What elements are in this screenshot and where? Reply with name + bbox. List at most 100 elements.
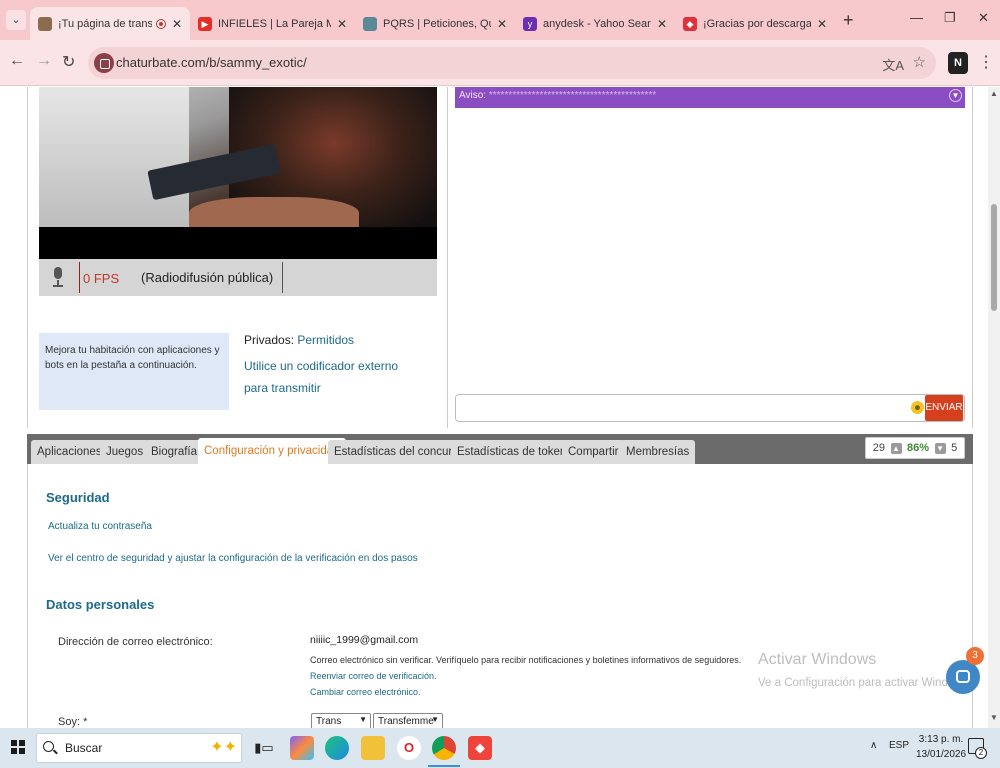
youtube-icon: ▶ <box>198 16 212 31</box>
minimize-button[interactable]: — <box>910 10 923 25</box>
browser-tab-2[interactable]: ▶ INFIELES | La Pareja Más BIZ ✕ <box>190 7 355 40</box>
reload-button[interactable]: ↻ <box>62 52 75 72</box>
chat-input[interactable]: ☻ <box>455 394 965 422</box>
recording-icon <box>155 18 166 29</box>
privados-link[interactable]: Permitidos <box>297 333 354 347</box>
edge-icon[interactable] <box>325 736 349 760</box>
tab-close-icon[interactable]: ✕ <box>657 17 667 31</box>
downvote-count: 5 <box>951 442 958 454</box>
gender-select[interactable]: Trans ▼ <box>311 713 371 728</box>
scrollbar-thumb[interactable] <box>991 204 997 311</box>
chat-bubble-icon <box>956 670 970 683</box>
tab-settings-privacy[interactable]: Configuración y privacidad <box>198 438 346 464</box>
tab-apps[interactable]: Aplicaciones <box>31 440 108 464</box>
scroll-up-icon[interactable]: ▲ <box>990 89 998 98</box>
identity-select[interactable]: Transfemme ▼ <box>373 713 443 728</box>
tab-title: ¡Tu página de transmisió <box>58 17 152 30</box>
taskbar-clock[interactable]: 3:13 p. m. 13/01/2026 <box>916 732 966 762</box>
tab-title: INFIELES | La Pareja Más BIZ <box>218 17 331 30</box>
opera-icon[interactable]: O <box>397 736 421 760</box>
tab-title: PQRS | Peticiones, Quejas y <box>383 17 491 30</box>
tab-bio[interactable]: Biografía <box>145 440 204 464</box>
support-chat-button[interactable]: 3 <box>946 647 984 694</box>
browser-tab-strip: ⌄ ¡Tu página de transmisió ✕ ▶ INFIELES … <box>0 0 1000 40</box>
file-explorer-icon[interactable] <box>361 736 385 760</box>
microphone-icon[interactable] <box>51 267 65 287</box>
taskbar-search[interactable]: Buscar ✦✦ <box>36 733 242 763</box>
restore-button[interactable]: ❐ <box>944 10 956 26</box>
url-text[interactable]: chaturbate.com/b/sammy_exotic/ <box>116 55 307 70</box>
chat-messages <box>452 108 972 390</box>
video-bottom-strip <box>39 227 437 259</box>
search-icon <box>43 741 54 752</box>
update-password-link[interactable]: Actualiza tu contraseña <box>48 521 152 532</box>
emoji-icon[interactable]: ☻ <box>911 401 924 414</box>
tab-token-stats[interactable]: Estadísticas de tokens <box>451 440 579 464</box>
page-content: 0 FPS (Radiodifusión pública) Mejora tu … <box>0 87 988 728</box>
send-button[interactable]: ENVIAR <box>925 395 963 421</box>
bookmark-star-icon[interactable]: ☆ <box>913 53 926 71</box>
notification-center-icon[interactable]: 2 <box>968 738 987 759</box>
browser-tab-1[interactable]: ¡Tu página de transmisió ✕ <box>30 7 190 40</box>
change-email-link[interactable]: Cambiar correo electrónico. <box>310 687 421 697</box>
external-encoder-link[interactable]: Utilice un codificador externo para tran… <box>244 355 424 399</box>
close-window-button[interactable]: ✕ <box>978 10 989 26</box>
activate-windows-title: Activar Windows <box>758 651 877 668</box>
notification-count: 2 <box>975 747 987 759</box>
tab-close-icon[interactable]: ✕ <box>337 17 347 31</box>
yahoo-icon: y <box>523 16 537 31</box>
thumbs-up-icon: ▲ <box>890 442 902 454</box>
tab-share[interactable]: Compartir <box>562 440 625 464</box>
chat-badge: 3 <box>966 647 984 665</box>
thumbs-down-icon: ▼ <box>934 442 946 454</box>
security-title: Seguridad <box>46 490 110 505</box>
taskbar-search-label: Buscar <box>65 741 103 755</box>
page-scrollbar[interactable]: ▲ ▼ <box>988 87 1000 728</box>
scroll-down-icon[interactable]: ▼ <box>990 713 998 722</box>
browser-menu-icon[interactable]: ⋮ <box>978 52 994 72</box>
gender-select-value: Trans <box>316 716 342 727</box>
profile-tabs-bar: Aplicaciones Juegos Biografía Configurac… <box>27 434 973 464</box>
tab-close-icon[interactable]: ✕ <box>817 17 827 31</box>
site-info-icon[interactable] <box>94 53 114 73</box>
forward-button[interactable]: → <box>36 52 52 70</box>
email-unverified-note: Correo electrónico sin verificar. Verifí… <box>310 655 742 665</box>
new-tab-button[interactable]: + <box>843 10 854 31</box>
tab-close-icon[interactable]: ✕ <box>497 17 507 31</box>
tab-contest-stats[interactable]: Estadísticas del concurso <box>328 440 471 464</box>
task-view-icon[interactable]: ▮▭ <box>252 736 276 760</box>
tab-title: anydesk - Yahoo Search Tus <box>543 17 651 30</box>
satisfaction-votes: 29 ▲ 86% ▼ 5 <box>865 437 965 459</box>
browser-tab-5[interactable]: ◆ ¡Gracias por descargar AnyD ✕ <box>675 7 835 40</box>
tab-memberships[interactable]: Membresías <box>620 440 696 464</box>
tab-search-icon[interactable]: ⌄ <box>6 10 26 30</box>
language-indicator[interactable]: ESP <box>889 740 909 751</box>
broadcast-status-bar: 0 FPS (Radiodifusión pública) <box>39 259 437 296</box>
clock-time: 3:13 p. m. <box>918 734 964 745</box>
back-button[interactable]: ← <box>9 52 25 70</box>
anydesk-icon[interactable]: ◆ <box>468 736 492 760</box>
tab-title: ¡Gracias por descargar AnyD <box>703 17 811 30</box>
tab-favicon-icon <box>363 16 377 31</box>
windows-start-icon[interactable] <box>11 740 25 754</box>
browser-tab-4[interactable]: y anydesk - Yahoo Search Tus ✕ <box>515 7 675 40</box>
notice-text: ****************************************… <box>488 90 657 101</box>
tab-close-icon[interactable]: ✕ <box>172 17 182 31</box>
copilot-icon[interactable] <box>290 736 314 760</box>
satisfaction-percent: 86% <box>907 442 930 454</box>
chat-notice: Aviso: *********************************… <box>455 87 965 108</box>
address-bar[interactable]: chaturbate.com/b/sammy_exotic/ 文A ☆ <box>88 47 936 79</box>
upvote-count: 29 <box>872 442 885 454</box>
security-center-link[interactable]: Ver el centro de seguridad y ajustar la … <box>48 553 418 564</box>
resend-verification-link[interactable]: Reenviar correo de verificación. <box>310 671 437 681</box>
chevron-down-icon: ▼ <box>431 715 439 724</box>
browser-tab-3[interactable]: PQRS | Peticiones, Quejas y ✕ <box>355 7 515 40</box>
privados-label: Privados: <box>244 333 295 347</box>
activate-windows-subtitle: Ve a Configuración para activar Windo <box>758 677 955 689</box>
translate-icon[interactable]: 文A <box>882 55 904 74</box>
chrome-icon[interactable] <box>432 736 456 760</box>
tray-chevron-up-icon[interactable]: ∧ <box>870 740 877 751</box>
chevron-down-icon[interactable]: ▼ <box>949 89 962 102</box>
extension-icon[interactable]: N <box>948 52 968 74</box>
tab-games[interactable]: Juegos <box>100 440 150 464</box>
